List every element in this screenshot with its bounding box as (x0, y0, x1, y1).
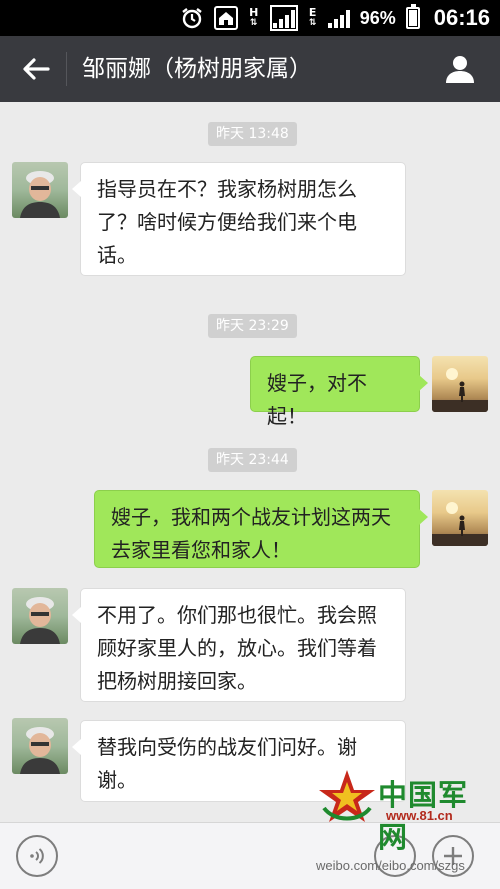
title-bar: 邹丽娜（杨树朋家属） (0, 36, 500, 102)
voice-icon (30, 848, 44, 864)
my-avatar-photo (432, 502, 488, 546)
message-line: 不用了。你们那也很忙。我会照 (97, 603, 377, 627)
alarm-icon (180, 6, 204, 30)
back-button[interactable] (14, 48, 58, 90)
message-line: 嫂子，对不起！ (267, 371, 367, 428)
my-avatar[interactable] (432, 490, 488, 546)
contact-avatar[interactable] (12, 162, 68, 218)
message-line: 指导员在不？我家杨树朋怎么 (97, 177, 357, 201)
chat-title: 邹丽娜（杨树朋家属） (82, 56, 312, 82)
my-avatar[interactable] (432, 356, 488, 412)
contact-avatar[interactable] (12, 588, 68, 644)
network-h-indicator: H ⇅ (248, 6, 260, 30)
my-avatar-photo (432, 368, 488, 412)
watermark-logo: 中国军网 www.81.cn (318, 768, 494, 854)
contact-avatar-photo (20, 171, 60, 218)
battery-percent: 96% (359, 7, 396, 28)
army-star-icon (319, 770, 375, 822)
network-e-indicator: E ⇅ (308, 6, 318, 30)
person-icon (446, 56, 474, 83)
timestamp: 昨天 13:48 (208, 122, 297, 146)
signal-icon (327, 6, 350, 30)
battery-icon (405, 4, 420, 29)
voice-button[interactable] (16, 835, 58, 877)
contact-avatar[interactable] (12, 718, 68, 774)
message-line: 话。 (97, 243, 137, 267)
watermark-weibo: weibo.com/eibo.com/szgs (316, 858, 465, 873)
title-divider (66, 52, 67, 86)
network-e-label: E (308, 6, 317, 19)
message-line: 把杨树朋接回家。 (97, 669, 257, 693)
home-icon (213, 6, 238, 30)
watermark-logo-url: www.81.cn (386, 808, 453, 823)
clock: 06:16 (433, 5, 490, 30)
chat-area[interactable]: 昨天 13:48 指导员在不？我家杨树朋怎么 了？啥时候方便给我们来个电 话。 … (0, 102, 500, 822)
status-bar: H ⇅ E ⇅ 96% 06:16 (0, 0, 500, 36)
message-line: 顾好家里人的，放心。我们等着 (97, 636, 377, 660)
contact-avatar-photo (20, 727, 60, 774)
data-arrows-icon: ⇅ (308, 18, 317, 28)
message-line: 了？啥时候方便给我们来个电 (97, 210, 357, 234)
contact-avatar-photo (20, 597, 60, 644)
message-line: 嫂子，我和两个战友计划这两天 (111, 505, 391, 529)
message-bubble-sent[interactable]: 嫂子，对不起！ (250, 356, 428, 428)
timestamp: 昨天 23:44 (208, 448, 297, 472)
message-bubble-received[interactable]: 不用了。你们那也很忙。我会照 顾好家里人的，放心。我们等着 把杨树朋接回家。 (72, 588, 406, 702)
timestamp: 昨天 23:29 (208, 314, 297, 338)
back-arrow-icon (23, 58, 50, 80)
message-bubble-sent[interactable]: 嫂子，我和两个战友计划这两天 去家里看您和家人！ (94, 490, 428, 568)
message-line: 替我向受伤的战友们问好。谢 (97, 735, 357, 759)
message-line: 去家里看您和家人！ (111, 538, 291, 562)
data-arrows-icon: ⇅ (249, 18, 258, 28)
message-bubble-received[interactable]: 指导员在不？我家杨树朋怎么 了？啥时候方便给我们来个电 话。 (72, 162, 406, 276)
network-h-label: H (249, 6, 259, 19)
profile-button[interactable] (438, 48, 482, 90)
signal-icon (269, 5, 298, 31)
